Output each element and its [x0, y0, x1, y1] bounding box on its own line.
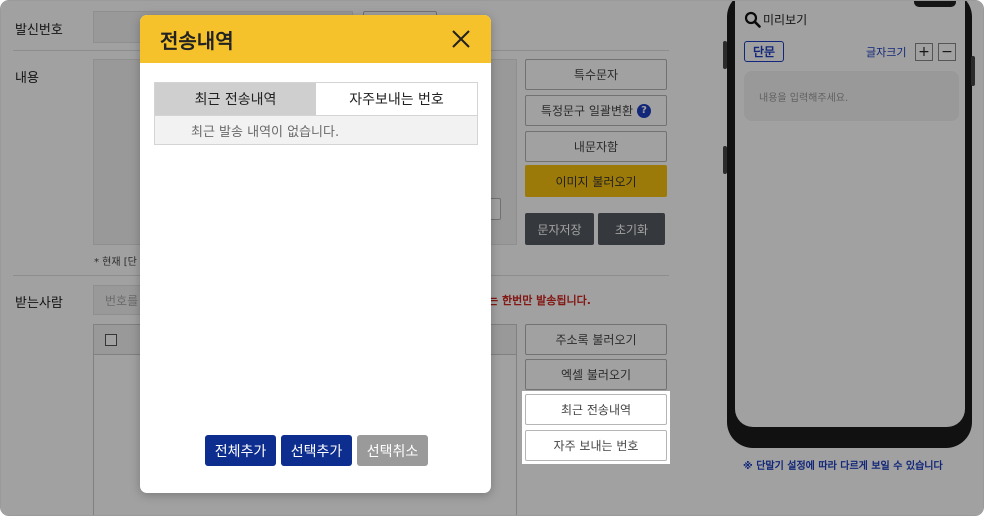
message-type-badge: 단문	[744, 41, 784, 62]
add-selected-button[interactable]: 선택추가	[281, 435, 352, 466]
bulk-convert-label: 특정문구 일괄변환	[540, 104, 634, 118]
font-decrease-button[interactable]: −	[938, 43, 956, 61]
app-frame: 발신번호 내용 * 현재 [단 특수문자 특정문구 일괄변환 ? 내문자함 이미…	[0, 0, 984, 516]
save-message-button[interactable]: 문자저장	[525, 213, 594, 245]
select-all-checkbox[interactable]	[105, 334, 117, 346]
frequent-numbers-button[interactable]: 자주 보내는 번호	[525, 430, 667, 461]
phone-screen	[735, 1, 965, 427]
font-size-label: 글자크기	[866, 46, 907, 59]
preview-bubble: 내용을 입력해주세요.	[744, 71, 959, 121]
preview-title: 미리보기	[763, 13, 808, 27]
bulk-convert-button[interactable]: 특정문구 일괄변환 ?	[525, 95, 667, 126]
recent-history-button[interactable]: 최근 전송내역	[525, 394, 667, 425]
receiver-placeholder: 번호를	[105, 293, 139, 308]
tab-frequent-numbers[interactable]: 자주보내는 번호	[316, 83, 477, 115]
phone-notch	[914, 1, 956, 7]
history-tabs: 최근 전송내역 자주보내는 번호	[154, 82, 478, 116]
load-address-button[interactable]: 주소록 불러오기	[525, 324, 667, 355]
modal-title: 전송내역	[160, 28, 234, 53]
preview-placeholder: 내용을 입력해주세요.	[759, 93, 849, 104]
sender-label: 발신번호	[15, 23, 63, 38]
tab-recent-history[interactable]: 최근 전송내역	[155, 83, 316, 115]
load-excel-button[interactable]: 엑셀 불러오기	[525, 359, 667, 390]
history-modal: 전송내역 최근 전송내역 자주보내는 번호 최근 발송 내역이 없습니다. 전체…	[140, 15, 491, 493]
search-icon	[744, 11, 761, 28]
reset-button[interactable]: 초기화	[598, 213, 665, 245]
phone-side-key	[723, 41, 727, 69]
notice-text: 는 한번만 발송됩니다.	[488, 294, 591, 307]
inner-chars-button[interactable]: 내문자함	[525, 131, 667, 162]
special-chars-button[interactable]: 특수문자	[525, 59, 667, 90]
font-increase-button[interactable]: +	[915, 43, 933, 61]
add-all-button[interactable]: 전체추가	[205, 435, 276, 466]
receiver-label: 받는사람	[15, 296, 63, 311]
phone-side-key	[971, 56, 975, 86]
close-icon[interactable]	[449, 27, 473, 51]
help-icon[interactable]: ?	[637, 103, 652, 118]
empty-message: 최근 발송 내역이 없습니다.	[154, 116, 478, 145]
preview-header: 미리보기	[744, 11, 807, 28]
disclaimer-text: ※ 단말기 설정에 따라 다르게 보일 수 있습니다	[743, 461, 943, 472]
empty-message-text: 최근 발송 내역이 없습니다.	[191, 124, 340, 140]
content-label: 내용	[15, 71, 39, 86]
cancel-selected-button[interactable]: 선택취소	[357, 435, 428, 466]
current-hint: * 현재 [단	[94, 257, 137, 268]
load-image-button[interactable]: 이미지 불러오기	[525, 165, 667, 197]
modal-header: 전송내역	[140, 15, 491, 63]
phone-side-key	[723, 146, 727, 174]
